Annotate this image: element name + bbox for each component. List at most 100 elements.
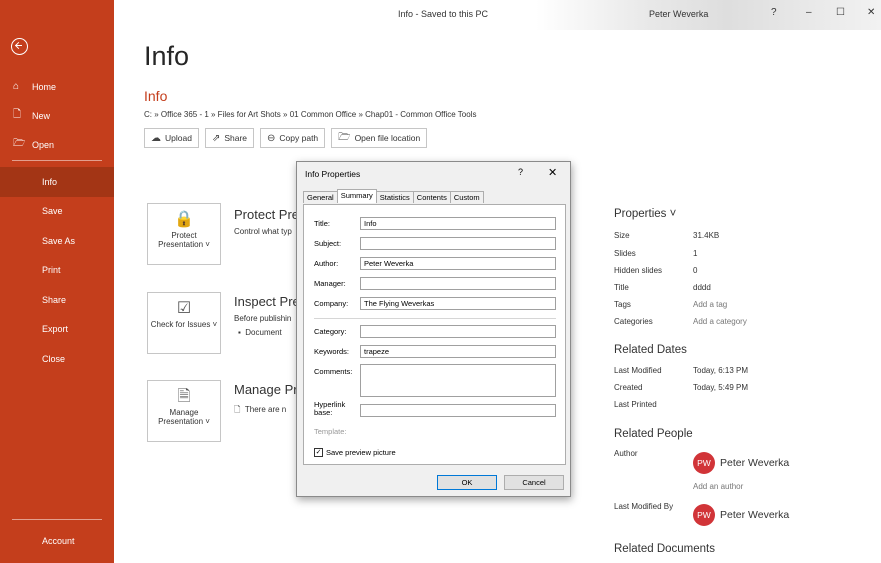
author-label: Author: [314,259,339,268]
checkmark-icon: ✓ [314,448,323,457]
company-field[interactable]: The Flying Weverkas [360,297,556,310]
prop-label: Hidden slides [614,266,663,275]
close-window-button[interactable]: ✕ [867,7,875,18]
inspect-section-bullet: ▪ Document [238,328,282,337]
keywords-field[interactable]: trapeze [360,345,556,358]
related-dates-heading: Related Dates [614,344,687,356]
prop-value: 31.4KB [693,231,720,240]
add-author-field[interactable]: Add an author [693,482,743,491]
comments-field[interactable] [360,364,556,397]
new-document-icon: 🗋 [13,109,22,120]
copy-path-button[interactable]: ⊖ Copy path [260,128,326,148]
dialog-title: Info Properties [305,169,361,179]
last-modified-by-name[interactable]: Peter Weverka [720,509,789,521]
author-field[interactable]: Peter Weverka [360,257,556,270]
dialog-help-button[interactable]: ? [518,167,523,177]
tab-statistics[interactable]: Statistics [375,191,414,203]
prop-label: Created [614,383,643,392]
protect-section-desc: Control what typ [234,227,292,236]
sidebar-item-close[interactable]: Close [0,344,114,374]
manager-label: Manager: [314,279,346,288]
properties-heading-text: Properties ˅ [614,208,677,220]
add-category-field[interactable]: Add a category [693,317,747,326]
sidebar-item-home[interactable]: ⌂ Home [0,72,114,101]
tab-general[interactable]: General [303,191,338,203]
prop-label: Categories [614,317,653,326]
category-label: Category: [314,327,347,336]
sidebar-item-label: Open [32,139,55,150]
properties-heading[interactable]: Properties ˅ [614,208,676,220]
open-location-label: Open file location [354,133,421,143]
title-field[interactable]: Info [360,217,556,230]
prop-title-value[interactable]: dddd [693,283,711,292]
prop-label: Title [614,283,629,292]
sidebar-item-share[interactable]: Share [0,285,114,315]
prop-label: Last Modified [614,366,662,375]
upload-label: Upload [165,133,192,143]
share-button[interactable]: ⇗ Share [204,128,255,148]
inspect-section-title: Inspect Pre [234,294,300,309]
dialog-tabs: General Summary Statistics Contents Cust… [303,189,484,204]
sidebar-item-account[interactable]: Account [42,536,75,546]
inspect-bullet-text: Document [245,328,282,337]
subject-field[interactable] [360,237,556,250]
sidebar-top-nav: ⌂ Home 🗋 New 🗁 Open [0,72,114,159]
home-icon: ⌂ [13,81,20,92]
sidebar-item-export[interactable]: Export [0,315,114,345]
dialog-close-button[interactable]: ✕ [548,166,557,179]
tab-contents[interactable]: Contents [412,191,451,203]
avatar[interactable]: PW [693,504,715,526]
check-for-issues-label: Check for Issues ˅ [150,320,218,329]
save-preview-checkbox[interactable]: ✓ Save preview picture [314,448,396,457]
save-preview-label: Save preview picture [326,448,396,457]
upload-icon: ☁ [151,132,161,144]
company-label: Company: [314,299,349,308]
sidebar-item-label: Home [32,81,57,92]
tab-custom[interactable]: Custom [449,191,484,203]
author-label: Author [614,449,638,458]
back-arrow-icon[interactable] [11,38,28,55]
field-divider [314,318,556,319]
title-bar: Info - Saved to this PC Peter Weverka ? … [114,0,881,30]
manage-section-desc: 🗋 There are n [234,404,286,418]
user-name[interactable]: Peter Weverka [649,9,708,19]
open-file-location-button[interactable]: 🗁 Open file location [331,128,428,148]
minimize-button[interactable]: – [806,7,812,18]
sidebar-main-nav: Info Save Save As Print Share Export Clo… [0,167,114,374]
upload-button[interactable]: ☁ Upload [144,128,199,148]
related-documents-heading: Related Documents [614,543,715,555]
author-name[interactable]: Peter Weverka [720,457,789,469]
protect-presentation-button[interactable]: 🔒 Protect Presentation ˅ [147,203,221,265]
help-button[interactable]: ? [771,7,777,18]
related-people-heading: Related People [614,428,693,440]
sidebar-item-info[interactable]: Info [0,167,114,197]
prop-label: Size [614,231,630,240]
manage-document-icon: 🗎 [177,388,191,405]
sidebar-item-new[interactable]: 🗋 New [0,101,114,130]
manage-presentation-button[interactable]: 🗎 Manage Presentation ˅ [147,380,221,442]
file-path: C: » Office 365 - 1 » Files for Art Shot… [144,110,477,119]
sidebar-item-print[interactable]: Print [0,256,114,286]
tab-summary[interactable]: Summary [336,189,377,203]
cancel-button[interactable]: Cancel [504,475,564,490]
sidebar-item-open[interactable]: 🗁 Open [0,130,114,159]
prop-value: 1 [693,249,698,258]
hyperlink-base-field[interactable] [360,404,556,417]
manage-presentation-label: Manage Presentation ˅ [158,408,210,426]
add-tag-field[interactable]: Add a tag [693,300,727,309]
page-title: Info [144,41,190,71]
info-properties-dialog: Info Properties ? ✕ General Summary Stat… [296,161,571,497]
hyperlink-base-label: Hyperlink base: [314,400,346,417]
protect-section-title: Protect Pre [234,207,300,222]
avatar[interactable]: PW [693,452,715,474]
sidebar-item-save[interactable]: Save [0,197,114,227]
check-for-issues-button[interactable]: ☑ Check for Issues ˅ [147,292,221,354]
manage-section-title: Manage Pr [234,382,298,397]
comments-label: Comments: [314,367,353,376]
manager-field[interactable] [360,277,556,290]
sidebar-item-save-as[interactable]: Save As [0,226,114,256]
category-field[interactable] [360,325,556,338]
ok-button[interactable]: OK [437,475,497,490]
prop-value: 0 [693,266,698,275]
maximize-button[interactable]: ☐ [836,7,845,18]
